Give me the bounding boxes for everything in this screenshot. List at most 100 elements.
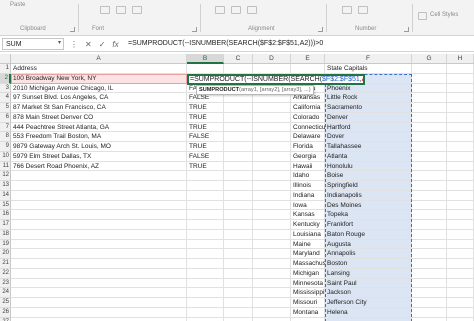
formula-edit-cell[interactable]: =SUMPRODUCT(--ISNUMBER(SEARCH($F$2:$F$51… <box>187 73 365 85</box>
grid-cell[interactable] <box>187 229 224 240</box>
result-cell[interactable]: TRUE <box>187 103 224 113</box>
capital-cell[interactable]: Boston <box>325 259 412 269</box>
grid-cell[interactable] <box>11 220 187 230</box>
row-header-11[interactable]: 11 <box>0 161 11 172</box>
grid-cell[interactable] <box>253 181 291 191</box>
grid-cell[interactable] <box>224 239 253 250</box>
grid-cell[interactable] <box>224 229 253 240</box>
grid-cell[interactable] <box>412 268 447 279</box>
grid-cell[interactable] <box>412 298 447 308</box>
row-header-9[interactable]: 9 <box>0 142 11 152</box>
column-header-f[interactable]: F <box>325 54 412 64</box>
capital-cell[interactable]: Annapolis <box>325 249 412 259</box>
column-header-g[interactable]: G <box>412 54 447 64</box>
state-cell[interactable]: Kansas <box>291 210 325 220</box>
grid-cell[interactable] <box>253 103 291 113</box>
grid-cell[interactable] <box>447 142 474 152</box>
grid-cell[interactable] <box>412 64 447 74</box>
grid-cell[interactable] <box>253 288 291 298</box>
grid-cell[interactable] <box>187 288 224 298</box>
grid-cell[interactable] <box>291 64 325 74</box>
grid-cell[interactable] <box>11 181 187 191</box>
grid-cell[interactable] <box>187 259 224 269</box>
grid-cell[interactable] <box>224 210 253 220</box>
state-cell[interactable]: Massachusetts <box>291 259 325 269</box>
state-cell[interactable]: Delaware <box>291 132 325 142</box>
state-cell[interactable]: Iowa <box>291 201 325 211</box>
grid-cell[interactable] <box>412 93 447 103</box>
grid-cell[interactable] <box>412 181 447 191</box>
grid-cell[interactable] <box>412 210 447 220</box>
grid-cell[interactable] <box>224 64 253 74</box>
grid-cell[interactable] <box>187 200 224 211</box>
grid-cell[interactable] <box>412 73 447 84</box>
grid-cell[interactable] <box>412 239 447 250</box>
grid-cell[interactable] <box>224 249 253 259</box>
grid-cell[interactable] <box>187 239 224 250</box>
grid-cell[interactable] <box>253 151 291 162</box>
grid-cell[interactable] <box>187 220 224 230</box>
grid-cell[interactable] <box>224 161 253 172</box>
column-header-e[interactable]: E <box>291 54 325 64</box>
row-header-22[interactable]: 22 <box>0 268 11 279</box>
grid-cell[interactable] <box>447 103 474 113</box>
address-cell[interactable]: 878 Main Street Denver CO <box>11 113 187 123</box>
grid-cell[interactable] <box>224 171 253 181</box>
insert-function-icon[interactable]: fx <box>112 40 118 49</box>
enter-icon[interactable]: ✓ <box>99 40 106 49</box>
state-cell[interactable]: Idaho <box>291 171 325 181</box>
more-icon[interactable]: ⋮ <box>70 40 78 49</box>
grid-cell[interactable] <box>447 307 474 318</box>
italic-icon[interactable] <box>116 6 126 14</box>
capital-cell[interactable]: Saint Paul <box>325 279 412 289</box>
grid-cell[interactable] <box>412 103 447 113</box>
grid-cell[interactable] <box>412 259 447 269</box>
grid-cell[interactable] <box>447 181 474 191</box>
state-cell[interactable]: Connecticut <box>291 123 325 133</box>
grid-cell[interactable] <box>447 278 474 289</box>
grid-cell[interactable] <box>412 278 447 289</box>
grid-cell[interactable] <box>447 122 474 133</box>
grid-cell[interactable] <box>224 93 253 103</box>
state-cell[interactable]: Maine <box>291 240 325 250</box>
grid-cell[interactable] <box>253 142 291 152</box>
state-cell[interactable]: Kentucky <box>291 220 325 230</box>
grid-cell[interactable] <box>187 307 224 318</box>
row-header-23[interactable]: 23 <box>0 278 11 289</box>
column-header-b[interactable]: B <box>187 54 224 64</box>
grid-cell[interactable] <box>412 317 447 321</box>
header-address[interactable]: Address <box>11 64 187 74</box>
grid-cell[interactable] <box>224 142 253 152</box>
grid-cell[interactable] <box>447 190 474 201</box>
state-cell[interactable]: Indiana <box>291 191 325 201</box>
capital-cell[interactable]: Jefferson City <box>325 298 412 308</box>
state-cell[interactable]: Illinois <box>291 181 325 191</box>
grid-cell[interactable] <box>412 249 447 259</box>
row-header-2[interactable]: 2 <box>0 73 11 84</box>
row-header-16[interactable]: 16 <box>0 210 11 220</box>
capital-cell[interactable]: Tallahassee <box>325 142 412 152</box>
clipboard-launcher-icon[interactable] <box>70 27 75 32</box>
grid-cell[interactable] <box>224 151 253 162</box>
grid-cell[interactable] <box>187 171 224 181</box>
grid-cell[interactable] <box>187 190 224 201</box>
grid-cell[interactable] <box>447 259 474 269</box>
grid-cell[interactable] <box>447 132 474 142</box>
state-cell[interactable]: Missouri <box>291 298 325 308</box>
capital-cell[interactable]: Dover <box>325 132 412 142</box>
grid-cell[interactable] <box>187 278 224 289</box>
grid-cell[interactable] <box>11 307 187 318</box>
grid-cell[interactable] <box>291 317 325 321</box>
grid-cell[interactable] <box>447 83 474 94</box>
address-cell[interactable]: 766 Desert Road Phoenix, AZ <box>11 162 187 172</box>
grid-cell[interactable] <box>224 122 253 133</box>
address-cell[interactable]: 9879 Gateway Arch St. Louis, MO <box>11 142 187 152</box>
row-header-17[interactable]: 17 <box>0 220 11 230</box>
grid-cell[interactable] <box>253 132 291 142</box>
grid-cell[interactable] <box>447 288 474 298</box>
address-cell[interactable]: 553 Freedom Trail Boston, MA <box>11 132 187 142</box>
grid-cell[interactable] <box>11 268 187 279</box>
currency-format-icon[interactable] <box>342 6 352 14</box>
result-cell[interactable]: TRUE <box>187 123 224 133</box>
number-launcher-icon[interactable] <box>404 27 409 32</box>
